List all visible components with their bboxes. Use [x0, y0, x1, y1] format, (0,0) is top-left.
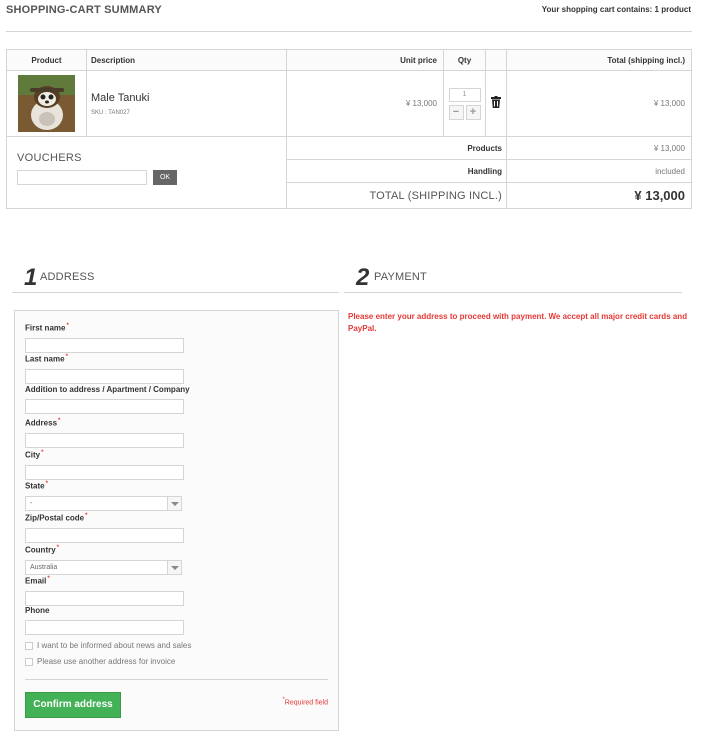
products-value: ¥ 13,000 [506, 136, 692, 160]
zip-field: Zip/Postal code* [25, 511, 184, 543]
newsletter-checkbox[interactable] [25, 641, 33, 650]
step-label: PAYMENT [374, 271, 427, 283]
required-mark: * [85, 513, 88, 519]
country-select[interactable]: Australia [25, 559, 182, 575]
phone-label: Phone [25, 606, 50, 615]
grand-total-value: ¥ 13,000 [506, 182, 692, 209]
table-row: Male Tanuki SKU : TAN027 ¥ 13,000 1 − + … [6, 70, 692, 137]
tanuki-figure-icon [18, 75, 75, 132]
product-description-cell: Male Tanuki SKU : TAN027 [86, 70, 287, 137]
country-label: Country [25, 545, 56, 555]
phone-input[interactable] [25, 620, 184, 635]
address-label: Address [25, 418, 58, 428]
column-header-total: Total (shipping incl.) [506, 49, 692, 71]
unit-price: ¥ 13,000 [286, 70, 444, 137]
products-label: Products [286, 136, 507, 160]
chevron-down-icon [167, 496, 181, 510]
state-select[interactable]: - [25, 495, 182, 511]
step-label: ADDRESS [40, 271, 95, 283]
email-input[interactable] [25, 590, 184, 606]
newsletter-checkbox-row[interactable]: I want to be informed about news and sal… [25, 641, 191, 650]
column-header-qty: Qty [443, 49, 486, 71]
required-mark: * [41, 450, 44, 456]
voucher-title: VOUCHERS [17, 152, 82, 164]
addition-label: Addition to address / Apartment / Compan… [25, 385, 190, 394]
invoice-address-checkbox-row[interactable]: Please use another address for invoice [25, 657, 175, 666]
form-divider [25, 679, 328, 680]
column-header-unit-price: Unit price [286, 49, 444, 71]
country-selected-value: Australia [30, 563, 58, 571]
product-image-cell [6, 70, 87, 137]
required-mark: * [47, 576, 50, 582]
state-field: State* - [25, 479, 182, 511]
invoice-address-checkbox[interactable] [25, 657, 33, 666]
required-field-note: *Required field [281, 697, 328, 706]
trash-icon[interactable] [491, 96, 501, 108]
grand-total-label: TOTAL (SHIPPING INCL.) [286, 182, 507, 209]
newsletter-label: I want to be informed about news and sal… [37, 641, 192, 650]
last-name-field: Last name* [25, 352, 184, 384]
last-name-input[interactable] [25, 368, 184, 384]
voucher-section: VOUCHERS OK [6, 136, 287, 209]
handling-value: included [506, 159, 692, 183]
required-mark: * [45, 481, 48, 487]
city-input[interactable] [25, 464, 184, 480]
summary-row-products: VOUCHERS OK Products ¥ 13,000 [6, 136, 692, 209]
zip-label: Zip/Postal code [25, 513, 85, 523]
addition-field: Addition to address / Apartment / Compan… [25, 384, 190, 414]
address-form: First name* Last name* Addition to addre… [14, 310, 339, 731]
addition-input[interactable] [25, 399, 184, 414]
delete-cell [485, 70, 507, 137]
state-selected-value: - [30, 499, 33, 507]
first-name-label: First name [25, 323, 66, 333]
voucher-form: OK [17, 170, 276, 185]
confirm-address-button[interactable]: Confirm address [25, 692, 121, 718]
phone-field: Phone [25, 605, 184, 635]
step-address-header: 1 ADDRESS [12, 264, 339, 293]
page-title: SHOPPING-CART SUMMARY [6, 4, 162, 16]
quantity-input[interactable]: 1 [448, 87, 481, 102]
country-field: Country* Australia [25, 543, 182, 575]
column-header-description: Description [86, 49, 287, 71]
product-image[interactable] [18, 75, 75, 132]
step-number: 1 [24, 264, 38, 291]
payment-message: Please enter your address to proceed wit… [348, 312, 688, 333]
last-name-label: Last name [25, 354, 65, 364]
chevron-down-icon [167, 560, 181, 574]
invoice-address-label: Please use another address for invoice [37, 657, 176, 666]
zip-input[interactable] [25, 527, 184, 543]
table-header-row: Product Description Unit price Qty Total… [6, 49, 692, 71]
column-header-product: Product [6, 49, 87, 71]
step-number: 2 [356, 264, 370, 291]
first-name-field: First name* [25, 321, 184, 353]
address-field: Address* [25, 416, 184, 448]
handling-label: Handling [286, 159, 507, 183]
address-input[interactable] [25, 432, 184, 448]
product-sku: SKU : TAN027 [91, 109, 130, 116]
cart-count: Your shopping cart contains: 1 product [541, 5, 691, 14]
first-name-input[interactable] [25, 337, 184, 353]
required-mark: * [66, 323, 69, 329]
email-label: Email [25, 576, 47, 586]
voucher-ok-button[interactable]: OK [153, 170, 177, 185]
city-label: City [25, 450, 41, 460]
cart-header: SHOPPING-CART SUMMARY Your shopping cart… [6, 4, 692, 32]
required-mark: * [56, 545, 60, 551]
required-mark: * [58, 418, 61, 424]
voucher-code-input[interactable] [17, 170, 147, 185]
quantity-decrease-button[interactable]: − [448, 104, 464, 120]
city-field: City* [25, 448, 184, 480]
product-name-link[interactable]: Male Tanuki [87, 92, 286, 104]
required-note-text: Required field [284, 699, 328, 707]
email-field: Email* [25, 574, 184, 606]
item-total: ¥ 13,000 [506, 70, 692, 137]
required-mark: * [65, 354, 68, 360]
quantity-increase-button[interactable]: + [465, 104, 481, 120]
quantity-stepper: − + [444, 104, 485, 120]
step-payment-header: 2 PAYMENT [344, 264, 682, 293]
state-label: State [25, 481, 45, 491]
cart-table: Product Description Unit price Qty Total… [6, 49, 692, 209]
column-header-delete [485, 49, 507, 71]
qty-cell: 1 − + [443, 70, 486, 137]
